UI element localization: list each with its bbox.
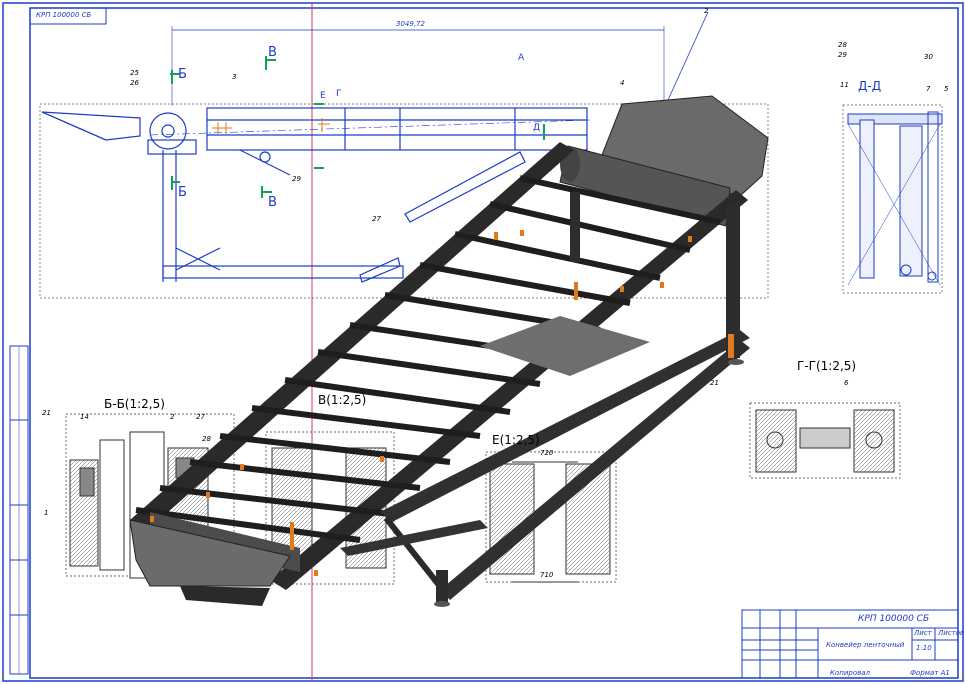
pos-2-b: 2	[170, 413, 175, 421]
marker-b-bottom: Б	[178, 185, 187, 200]
pos-4: 4	[620, 79, 625, 87]
marker-g: Г	[336, 89, 342, 99]
section-d-title: Д-Д	[858, 79, 882, 93]
isometric-conveyor-model	[129, 95, 769, 607]
section-g-view	[749, 402, 901, 479]
title-designation: КРП 100000 СБ	[858, 614, 930, 624]
pos-5-d: 5	[944, 85, 949, 93]
drawing-sheet: КРП 100000 СБ 3049,72 Б Б В В Е Г А Д 25…	[0, 0, 966, 684]
section-v-title: В(1:2,5)	[318, 393, 367, 407]
section-d-view	[842, 104, 943, 294]
pos-27: 27	[196, 413, 205, 421]
dim-720: 720	[540, 449, 554, 457]
marker-v-bottom: В	[268, 195, 277, 210]
title-copied: Копировал	[830, 669, 870, 677]
pos-21: 21	[710, 379, 719, 387]
pos-11-d: 11	[840, 81, 849, 89]
section-b-title: Б-Б(1:2,5)	[104, 397, 165, 411]
top-stamp-text: КРП 100000 СБ	[36, 11, 92, 19]
pos-2-top: 2	[704, 7, 709, 15]
pos-22-d: 30	[924, 53, 933, 61]
drawing-canvas	[2, 2, 964, 682]
title-format: Формат А1	[910, 669, 950, 677]
pos-1: 1	[44, 509, 49, 517]
section-g-title: Г-Г(1:2,5)	[797, 359, 857, 373]
pos-3: 3	[232, 73, 237, 81]
marker-d: Д	[533, 123, 541, 133]
marker-v-top: В	[268, 45, 277, 60]
pos-28-d: 28	[838, 41, 847, 49]
dim-710: 710	[540, 571, 554, 579]
pos-7-d: 7	[926, 85, 931, 93]
marker-b-top: Б	[178, 67, 187, 82]
pos-25: 26	[130, 79, 139, 87]
title-sheets: Листов	[938, 629, 965, 637]
section-e-title: Е(1:2,5)	[492, 433, 540, 447]
pos-29: 29	[292, 175, 301, 183]
pos-28-b: 28	[202, 435, 211, 443]
pos-14: 14	[80, 413, 89, 421]
title-name: Конвейер ленточный	[826, 641, 905, 649]
pos-15: 21	[42, 409, 51, 417]
pos-26: 27	[372, 215, 381, 223]
pos-6: 6	[844, 379, 849, 387]
overall-dimension: 3049,72	[396, 20, 425, 28]
title-sheet: Лист	[914, 629, 932, 637]
pos-23: 25	[130, 69, 139, 77]
title-scale: 1:10	[916, 644, 932, 652]
marker-a: А	[518, 53, 525, 63]
pos-29-d: 29	[838, 51, 847, 59]
marker-e: Е	[320, 91, 326, 101]
